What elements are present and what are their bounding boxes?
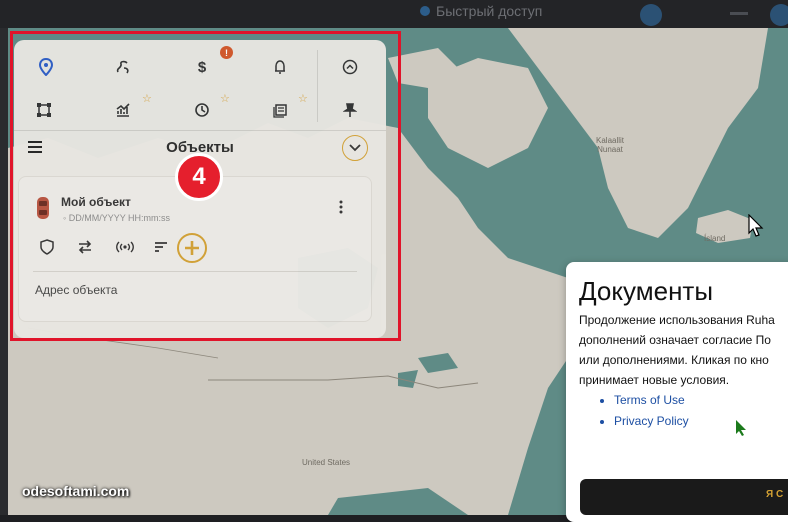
accept-button-label: Я С [766,489,784,500]
dialog-links: Terms of Use Privacy Policy [586,390,689,432]
step-marker: 4 [175,153,223,201]
terms-of-use-link[interactable]: Terms of Use [614,390,689,411]
watermark: odesoftami.com [22,483,130,499]
dialog-body-line: принимает новые условия. [579,373,730,387]
quick-access-label: Быстрый доступ [436,3,543,19]
map-label-iceland: Ísland [704,234,726,243]
accept-button[interactable]: Я С [580,479,788,515]
quick-access-icon [420,6,430,16]
top-bar: Быстрый доступ [0,0,788,28]
map-label-usa: United States [302,458,351,467]
dialog-body-line: дополнений означает согласие По [579,333,771,347]
menu-icon[interactable] [730,12,748,15]
quick-access[interactable]: Быстрый доступ [420,3,542,19]
dialog-body: Продолжение использования Ruha дополнени… [579,310,775,390]
documents-dialog: Документы Продолжение использования Ruha… [566,262,788,522]
dialog-title: Документы [579,276,714,306]
green-cursor-icon [735,419,747,442]
avatar-icon[interactable] [640,4,662,26]
dialog-body-line: или дополнениями. Кликая по кно [579,353,769,367]
user-icon[interactable] [770,4,788,26]
map-label-greenland: Kalaallit Nunaat [596,136,625,154]
mouse-cursor-icon [748,213,764,243]
left-strip [0,28,8,515]
privacy-policy-link[interactable]: Privacy Policy [614,411,689,432]
dialog-body-line: Продолжение использования Ruha [579,313,775,327]
